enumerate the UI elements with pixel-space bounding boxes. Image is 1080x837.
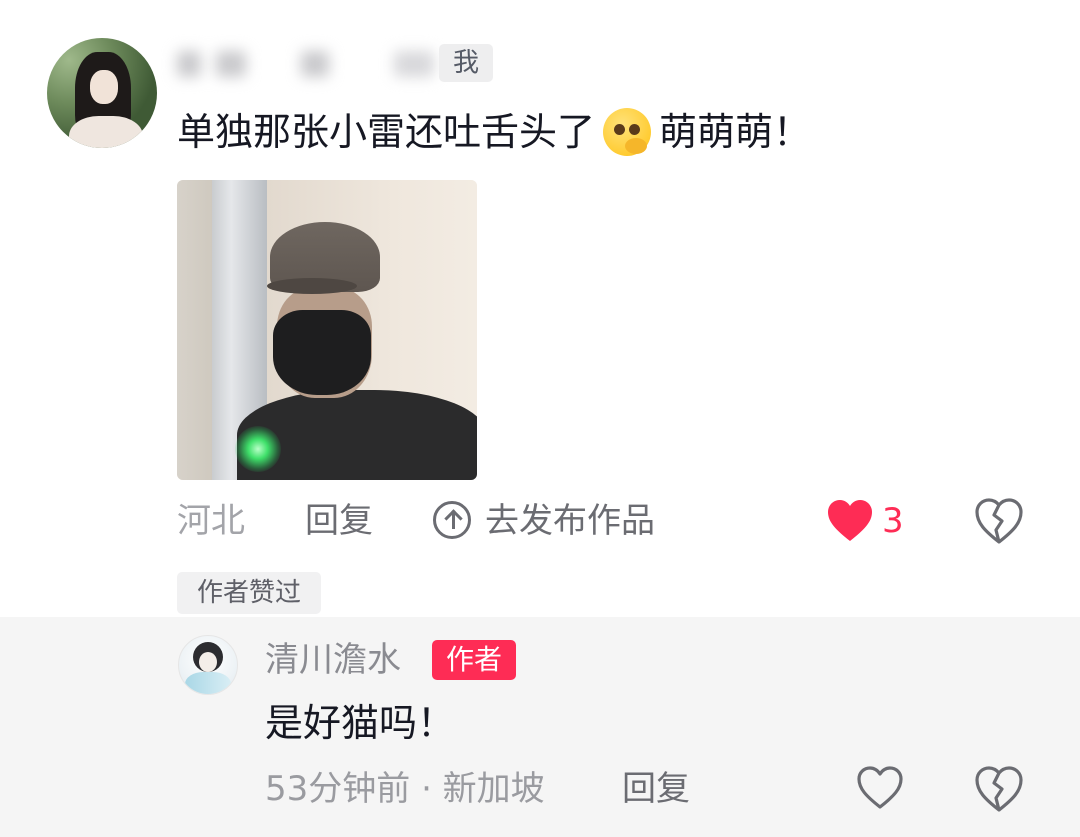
comment-text-part2: 萌萌萌！ bbox=[659, 110, 812, 154]
reply-time-location: 53分钟前 · 新加坡 bbox=[265, 769, 545, 809]
publish-work-button[interactable]: 去发布作品 bbox=[485, 496, 655, 546]
publish-up-arrow-icon[interactable] bbox=[433, 501, 471, 539]
comment-text-part1: 单独那张小雷还吐舌头了 bbox=[177, 110, 596, 154]
comment-image[interactable] bbox=[177, 180, 477, 480]
dislike-broken-heart-icon[interactable] bbox=[974, 497, 1024, 545]
avatar-main-user[interactable] bbox=[47, 38, 157, 148]
reply-reply-button[interactable]: 回复 bbox=[622, 764, 690, 814]
username-blurred[interactable] bbox=[177, 44, 435, 84]
me-badge: 我 bbox=[439, 44, 493, 82]
author-liked-badge: 作者赞过 bbox=[177, 572, 321, 614]
comment-text: 单独那张小雷还吐舌头了 萌萌萌！ bbox=[177, 104, 811, 160]
author-badge: 作者 bbox=[432, 640, 516, 680]
avatar-reply-user[interactable] bbox=[178, 635, 238, 695]
reply-username[interactable]: 清川澹水 bbox=[265, 636, 401, 684]
dislike-broken-heart-icon[interactable] bbox=[974, 765, 1024, 813]
shy-pleading-emoji-icon bbox=[599, 104, 655, 160]
like-heart-filled-icon[interactable] bbox=[826, 499, 874, 543]
location-label: 河北 bbox=[177, 501, 245, 541]
like-heart-outline-icon[interactable] bbox=[856, 766, 904, 810]
reply-button[interactable]: 回复 bbox=[305, 496, 373, 546]
like-count: 3 bbox=[882, 501, 904, 541]
reply-text: 是好猫吗！ bbox=[265, 701, 456, 745]
